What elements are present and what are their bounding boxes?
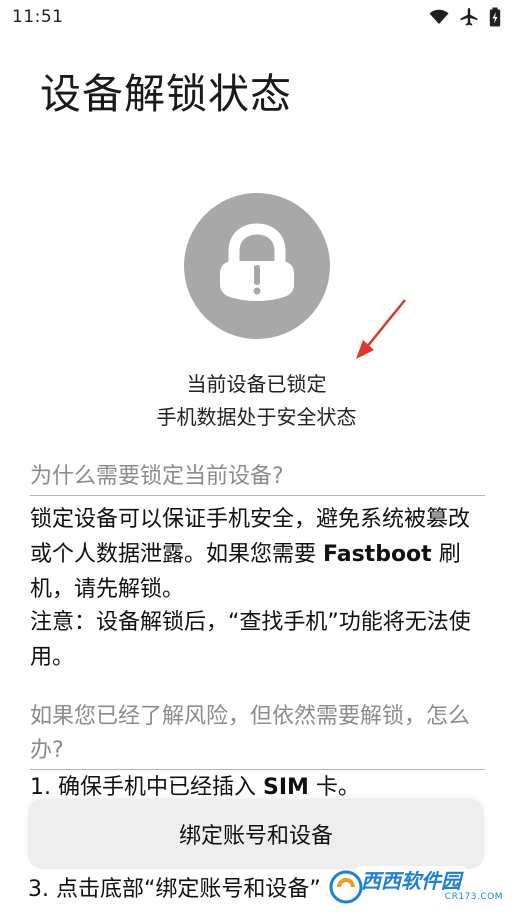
step-1-text-a: 1. 确保手机中已经插入	[30, 775, 263, 800]
page-title: 设备解锁状态	[40, 70, 292, 118]
status-bar: 11:51	[0, 0, 513, 36]
wifi-icon	[429, 9, 449, 25]
status-icons	[429, 6, 501, 28]
watermark-url: CR173.COM	[444, 892, 503, 902]
battery-charging-icon	[489, 7, 501, 27]
why-lock-paragraph: 锁定设备可以保证手机安全，避免系统被篡改或个人数据泄露。如果您需要 Fastbo…	[30, 502, 490, 607]
fastboot-term: Fastboot	[323, 542, 432, 567]
watermark: 西西软件园 CR173.COM	[329, 866, 509, 906]
lock-status-text: 当前设备已锁定	[186, 372, 327, 396]
how-to-unlock-heading: 如果您已经了解风险，但依然需要解锁，怎么办?	[30, 700, 485, 770]
airplane-icon	[459, 7, 479, 27]
watermark-logo-icon	[329, 870, 363, 904]
lock-alert-icon	[220, 223, 294, 301]
lock-status-circle	[184, 193, 330, 339]
bind-account-button[interactable]: 绑定账号和设备	[28, 799, 484, 869]
sim-term: SIM	[262, 775, 309, 800]
status-time: 11:51	[12, 7, 64, 27]
data-safety-text: 手机数据处于安全状态	[156, 405, 357, 429]
step-1-text-b: 卡。	[308, 775, 360, 800]
annotation-arrow-icon	[356, 299, 406, 359]
why-lock-heading: 为什么需要锁定当前设备?	[30, 460, 485, 496]
unlock-note-paragraph: 注意：设备解锁后，“查找手机”功能将无法使用。	[30, 610, 471, 670]
